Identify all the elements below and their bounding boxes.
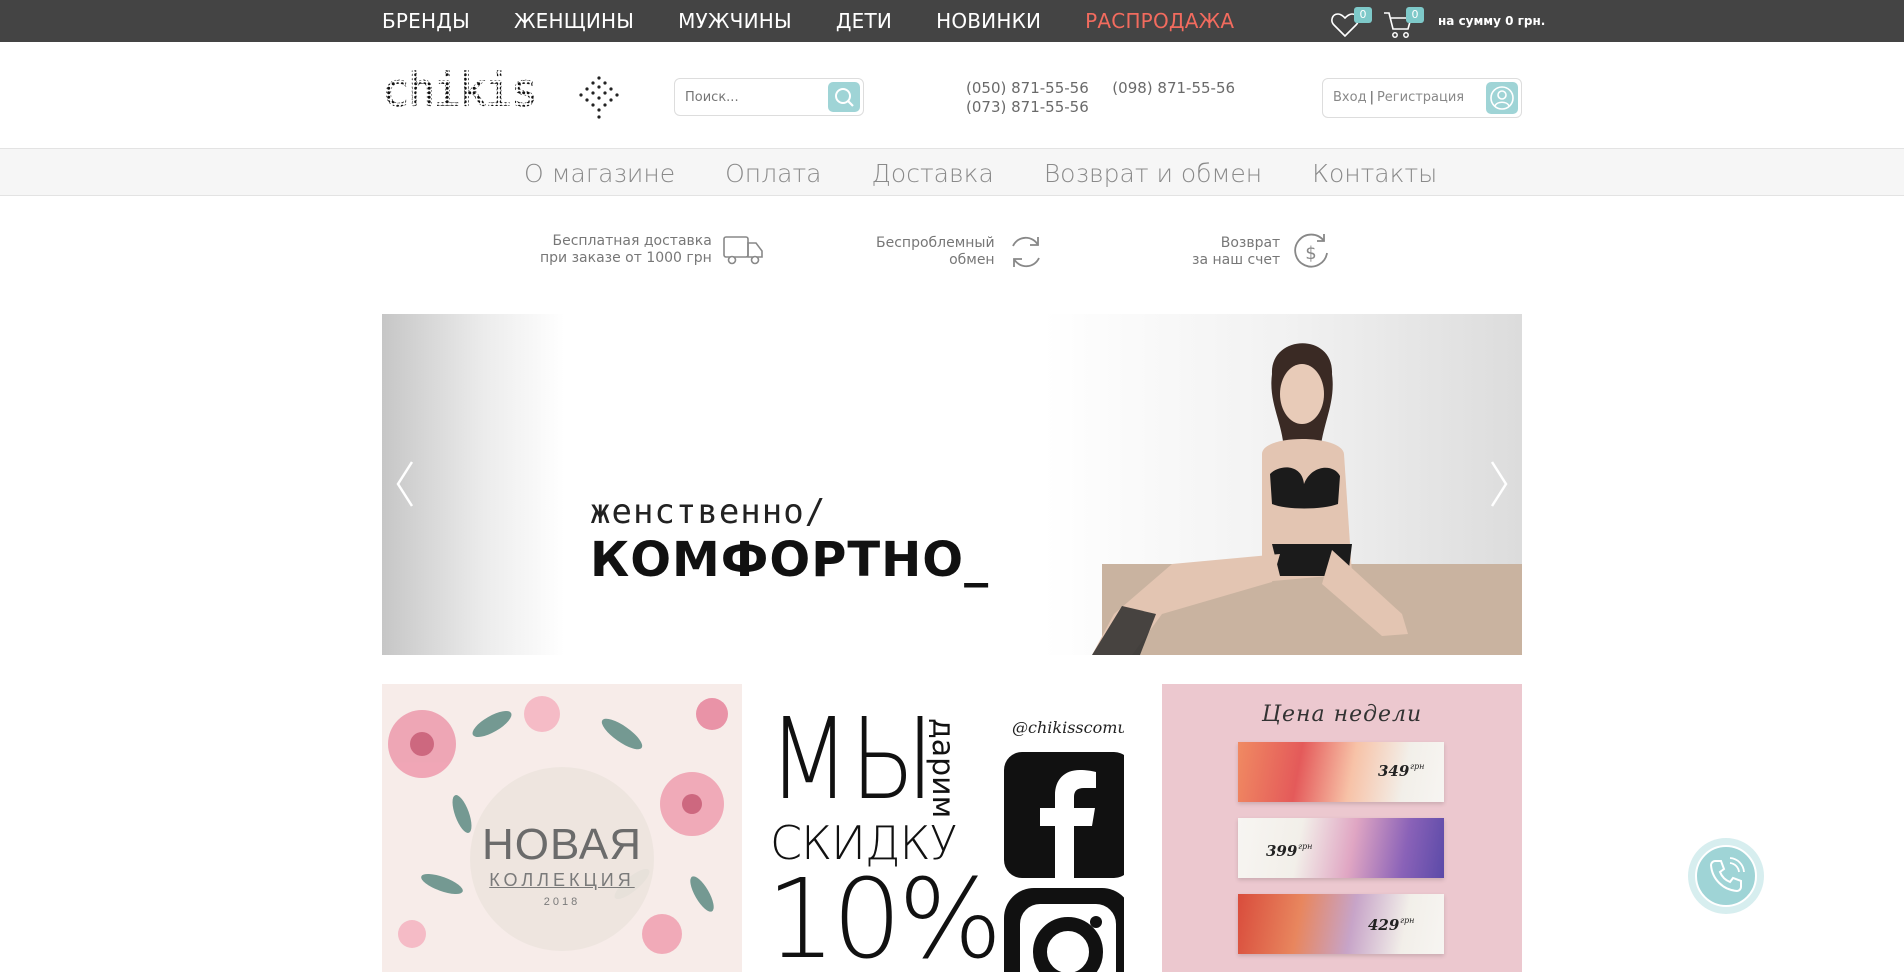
instagram-icon[interactable] xyxy=(1004,888,1124,972)
wishlist-button[interactable]: 0 xyxy=(1330,4,1372,38)
search-input[interactable] xyxy=(685,87,815,107)
menu-payment[interactable]: Оплата xyxy=(725,159,821,188)
top-nav: БРЕНДЫ ЖЕНЩИНЫ МУЖЧИНЫ ДЕТИ НОВИНКИ РАСП… xyxy=(382,0,1234,42)
feature-exchange-line2: обмен xyxy=(949,252,995,268)
nav-brands[interactable]: БРЕНДЫ xyxy=(382,9,470,33)
price-card-1[interactable]: 349 грн xyxy=(1238,742,1444,802)
hero-slider: женственно/ КОМФОРТНО_ xyxy=(382,314,1522,655)
logo[interactable]: chikiss xyxy=(382,63,564,118)
search-icon xyxy=(835,88,854,107)
price-card-3[interactable]: 429 грн xyxy=(1238,894,1444,954)
nav-kids[interactable]: ДЕТИ xyxy=(836,9,892,33)
top-bar: БРЕНДЫ ЖЕНЩИНЫ МУЖЧИНЫ ДЕТИ НОВИНКИ РАСП… xyxy=(0,0,1904,42)
nav-women[interactable]: ЖЕНЩИНЫ xyxy=(514,9,634,33)
price-week-title: Цена недели xyxy=(1261,702,1423,727)
search-button[interactable] xyxy=(828,82,860,112)
register-link[interactable]: Регистрация xyxy=(1377,90,1464,105)
svg-text:chikiss: chikiss xyxy=(382,68,538,112)
main-menu-bar: О магазине Оплата Доставка Возврат и обм… xyxy=(0,148,1904,196)
nav-new[interactable]: НОВИНКИ xyxy=(936,9,1041,33)
slide-headline-2: КОМФОРТНО_ xyxy=(590,532,990,588)
collection-subtitle: КОЛЛЕКЦИЯ xyxy=(489,870,635,890)
feature-delivery-line1: Бесплатная доставка xyxy=(552,233,712,249)
header-actions: 0 0 на сумму 0 грн. xyxy=(1330,0,1545,42)
account-button[interactable] xyxy=(1486,82,1518,114)
phone-numbers: (050) 871-55-56 (098) 871-55-56 (073) 87… xyxy=(966,79,1235,117)
feature-exchange: Беспроблемный обмен xyxy=(876,231,1047,273)
collection-year: 2018 xyxy=(543,896,581,908)
promo-discount[interactable]: МЫ дарим СКИДКУ 10% @chikisscomua xyxy=(764,684,1124,972)
svg-text:$: $ xyxy=(1305,243,1316,264)
cart-button[interactable]: 0 xyxy=(1382,4,1424,38)
feature-delivery-line2: при заказе от 1000 грн xyxy=(540,250,712,266)
account-links: Вход | Регистрация xyxy=(1333,90,1464,105)
account-box: Вход | Регистрация xyxy=(1322,78,1522,118)
user-icon xyxy=(1490,86,1514,110)
nav-men[interactable]: МУЖЧИНЫ xyxy=(678,9,792,33)
facebook-icon[interactable] xyxy=(1004,752,1124,878)
price-2-unit: грн xyxy=(1298,842,1313,851)
promo-price-week[interactable]: Цена недели 349 грн 399 грн 429 грн xyxy=(1162,684,1522,972)
phone-3[interactable]: (073) 871-55-56 xyxy=(966,98,1089,116)
feature-exchange-line1: Беспроблемный xyxy=(876,235,995,251)
logo-emblem xyxy=(574,74,624,126)
discount-side: дарим xyxy=(925,718,960,819)
phone-1[interactable]: (050) 871-55-56 xyxy=(966,79,1089,97)
chevron-left-icon[interactable] xyxy=(390,454,420,514)
price-3: 429 xyxy=(1368,916,1400,934)
truck-icon xyxy=(723,236,763,265)
price-1-unit: грн xyxy=(1410,762,1425,771)
callback-button[interactable] xyxy=(1688,838,1764,914)
menu-returns[interactable]: Возврат и обмен xyxy=(1044,159,1262,188)
menu-about[interactable]: О магазине xyxy=(524,159,675,188)
menu-contacts[interactable]: Контакты xyxy=(1312,159,1437,188)
feature-delivery: Бесплатная доставка при заказе от 1000 г… xyxy=(540,231,764,269)
nav-sale[interactable]: РАСПРОДАЖА xyxy=(1085,9,1234,33)
promo-new-collection[interactable]: НОВАЯ КОЛЛЕКЦИЯ 2018 xyxy=(382,684,742,972)
chevron-right-icon[interactable] xyxy=(1484,454,1514,514)
cart-count: 0 xyxy=(1406,7,1424,23)
price-2: 399 xyxy=(1266,842,1298,860)
logo-wordmark: chikiss xyxy=(382,63,564,118)
login-link[interactable]: Вход xyxy=(1333,90,1367,105)
account-separator: | xyxy=(1369,90,1374,105)
discount-line3: 10% xyxy=(766,855,1002,972)
phone-2[interactable]: (098) 871-55-56 xyxy=(1112,79,1235,97)
collection-title: НОВАЯ xyxy=(481,820,642,869)
wishlist-count: 0 xyxy=(1354,7,1372,23)
feature-refund-line2: за наш счет xyxy=(1192,252,1281,268)
search-box xyxy=(674,78,864,116)
slide-headline-1: женственно/ xyxy=(590,492,827,532)
instagram-handle: @chikisscomua xyxy=(1012,718,1124,737)
price-1: 349 xyxy=(1378,762,1410,780)
slide-photo xyxy=(1092,343,1522,655)
dollar-return-icon: $ xyxy=(1294,233,1329,268)
discount-line1: МЫ xyxy=(768,695,935,825)
price-3-unit: грн xyxy=(1400,916,1415,925)
menu-delivery[interactable]: Доставка xyxy=(872,159,994,188)
price-card-2[interactable]: 399 грн xyxy=(1238,818,1444,878)
cart-sum: на сумму 0 грн. xyxy=(1438,14,1546,28)
refresh-icon xyxy=(1011,236,1040,268)
feature-refund: Возврат за наш счет $ xyxy=(1192,231,1332,273)
main-menu: О магазине Оплата Доставка Возврат и обм… xyxy=(524,149,1437,197)
phone-icon xyxy=(1709,857,1745,893)
feature-refund-line1: Возврат xyxy=(1220,235,1281,251)
